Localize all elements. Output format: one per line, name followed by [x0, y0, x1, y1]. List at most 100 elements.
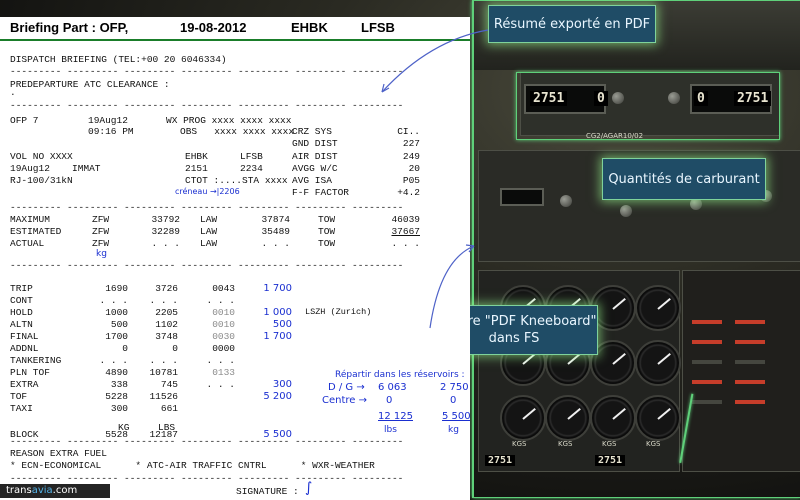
- fuel-row-label: EXTRA: [10, 379, 39, 390]
- fuel-kg: 5228: [105, 391, 128, 402]
- kneeboard-highlight-frame: [472, 0, 800, 498]
- law-value: 35489: [261, 226, 290, 237]
- weight-label: ESTIMATED: [10, 226, 62, 237]
- fuel-lbs: 1102: [155, 319, 178, 330]
- fuel-lbs: 0: [172, 343, 178, 354]
- avgisa-value: P05: [402, 175, 420, 186]
- fuel-kg: 1690: [105, 283, 128, 294]
- callout-text: Résumé exporté en PDF: [493, 16, 651, 32]
- fuel-kg: 4890: [105, 367, 128, 378]
- fuel-row-label: TAXI: [10, 403, 33, 414]
- time-1: 2151: [185, 163, 208, 174]
- fuel-row-label: TRIP: [10, 283, 33, 294]
- tank-centre-lbs: 0: [386, 395, 393, 406]
- fuel-lbs: 3748: [155, 331, 178, 342]
- fuel-time: 0000: [212, 343, 235, 354]
- fuel-lbs: 661: [160, 403, 178, 414]
- immat: IMMAT: [72, 163, 101, 174]
- crz-value: CI..: [397, 126, 420, 137]
- fuel-row-label: TANKERING: [10, 355, 62, 366]
- fuel-kg: 1000: [105, 307, 128, 318]
- brand-part: avia: [31, 485, 53, 496]
- dispatch-line: DISPATCH BRIEFING (TEL:+00 20 6046334): [10, 54, 227, 65]
- tank-unit-kg: kg: [448, 425, 459, 435]
- fuel-row-label: TOF: [10, 391, 28, 402]
- tank-centre-kg: 0: [450, 395, 457, 406]
- tank-centre-label: Centre →: [322, 395, 367, 406]
- fuel-handwritten: 5 200: [263, 391, 292, 402]
- fuel-kg: 300: [110, 403, 128, 414]
- route-from: EHBK: [185, 151, 208, 162]
- fuel-kg: 0: [122, 343, 128, 354]
- fuel-row-label: HOLD: [10, 307, 33, 318]
- fuel-handwritten: 1 000: [263, 307, 292, 318]
- briefing-document[interactable]: Briefing Part : OFP, 19-08-2012 EHBK LFS…: [0, 17, 470, 500]
- signature-label: SIGNATURE :: [236, 486, 299, 497]
- tow-label: TOW: [318, 214, 336, 225]
- ctot: CTOT :....STA xxxx: [185, 175, 288, 186]
- ff-label: F-F FACTOR: [292, 187, 350, 198]
- brand-suffix: .com: [52, 485, 78, 496]
- fuel-time: . . .: [206, 295, 235, 306]
- fuel-handwritten: 1 700: [263, 331, 292, 342]
- zfw-value: 32289: [151, 226, 180, 237]
- tow-value: 37667: [391, 226, 420, 237]
- fuel-kg: 1700: [105, 331, 128, 342]
- avgisa-label: AVG ISA: [292, 175, 332, 186]
- tank-dg-kg: 2 750: [440, 382, 469, 393]
- doc-origin: EHBK: [291, 20, 328, 35]
- zfw-value: . . .: [151, 238, 180, 249]
- separator: --------- --------- --------- --------- …: [10, 436, 404, 447]
- brand-part: trans: [6, 485, 32, 496]
- fuel-lbs: 11526: [149, 391, 178, 402]
- alternate-destination: LSZH (Zurich): [305, 307, 372, 317]
- callout-fuel-quantities: Quantités de carburant: [602, 158, 766, 200]
- separator: --------- --------- --------- --------- …: [10, 66, 404, 77]
- fuel-row-label: ALTN: [10, 319, 33, 330]
- tow-label: TOW: [318, 226, 336, 237]
- doc-destination: LFSB: [361, 20, 395, 35]
- tow-value: 46039: [391, 214, 420, 225]
- fuel-time: . . .: [206, 355, 235, 366]
- ofp-date-2: 19Aug12: [10, 163, 50, 174]
- tank-dg-lbs: 6 063: [378, 382, 407, 393]
- fuel-time: 0010: [212, 319, 235, 330]
- fuel-kg: . . .: [99, 295, 128, 306]
- law-value: . . .: [261, 238, 290, 249]
- weight-label: MAXIMUM: [10, 214, 50, 225]
- separator: --------- --------- --------- --------- …: [10, 473, 404, 484]
- units-kg: KG: [118, 422, 130, 433]
- fuel-lbs: 2205: [155, 307, 178, 318]
- separator: --------- --------- --------- --------- …: [10, 202, 404, 213]
- ofp-date: 19Aug12: [88, 115, 128, 126]
- fuel-time: 0133: [212, 367, 235, 378]
- ff-value: +4.2: [397, 187, 420, 198]
- callout-text-line2: dans FS: [488, 331, 540, 346]
- reason-title: REASON EXTRA FUEL: [10, 448, 107, 459]
- law-value: 37874: [261, 214, 290, 225]
- avgg-label: AVGG W/C: [292, 163, 338, 174]
- gnd-value: 227: [402, 138, 420, 149]
- law-label: LAW: [200, 214, 218, 225]
- crz-label: CRZ SYS: [292, 126, 332, 137]
- separator: --------- --------- --------- --------- …: [10, 100, 404, 111]
- doc-title: Briefing Part : OFP,: [10, 20, 129, 35]
- atc-clearance: PREDEPARTURE ATC CLEARANCE :: [10, 79, 170, 90]
- fuel-row-label: FINAL: [10, 331, 39, 342]
- document-header: Briefing Part : OFP, 19-08-2012 EHBK LFS…: [0, 17, 470, 41]
- weight-label: ACTUAL: [10, 238, 45, 249]
- gnd-label: GND DIST: [292, 138, 338, 149]
- transavia-logo[interactable]: transavia.com: [0, 484, 110, 498]
- vol-no: VOL NO XXXX: [10, 151, 73, 162]
- ofp-time: 09:16 PM: [88, 126, 134, 137]
- route-to: LFSB: [240, 151, 263, 162]
- doc-date: 19-08-2012: [180, 20, 247, 35]
- law-label: LAW: [200, 226, 218, 237]
- signature-mark: ∫: [305, 480, 313, 496]
- tow-value: . . .: [391, 238, 420, 249]
- fuel-kg: . . .: [99, 355, 128, 366]
- fuel-time: 0030: [212, 331, 235, 342]
- clearance-dot: .: [10, 87, 16, 98]
- zfw-label: ZFW: [92, 238, 110, 249]
- fuel-row-label: CONT: [10, 295, 33, 306]
